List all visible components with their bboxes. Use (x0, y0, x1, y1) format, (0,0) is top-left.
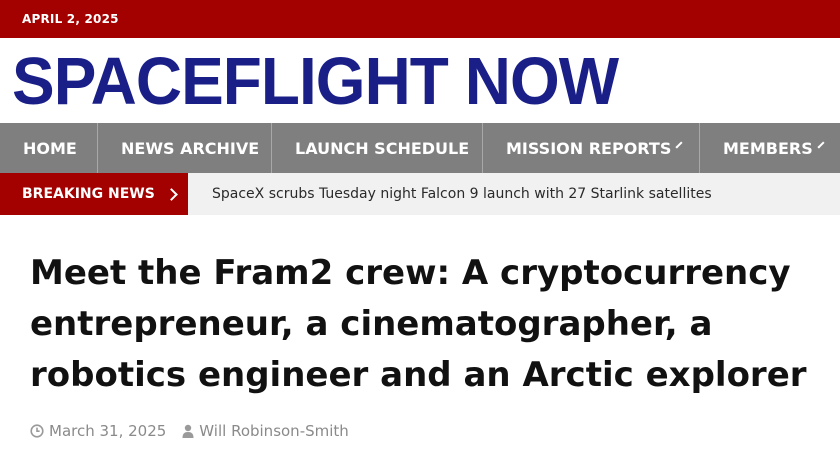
article-meta: March 31, 2025 Will Robinson-Smith (30, 422, 365, 440)
site-logo[interactable]: SPACEFLIGHT NOW (12, 44, 619, 118)
chevron-right-icon (164, 187, 178, 201)
article-author-name: Will Robinson-Smith (199, 422, 349, 440)
breaking-news-text: BREAKING NEWS (22, 186, 155, 202)
article-author[interactable]: Will Robinson-Smith (182, 422, 349, 440)
breaking-news-bar: BREAKING NEWS SpaceX scrubs Tuesday nigh… (0, 173, 840, 215)
nav-item-label: NEWS ARCHIVE (121, 138, 260, 158)
chevron-down-icon (675, 141, 683, 149)
chevron-down-icon (817, 141, 825, 149)
breaking-news-headline-link[interactable]: SpaceX scrubs Tuesday night Falcon 9 lau… (188, 173, 712, 215)
nav-item-home[interactable]: HOME (0, 123, 98, 173)
clock-icon (30, 424, 44, 438)
nav-item-label: MISSION REPORTS (506, 138, 672, 158)
nav-item-label: HOME (23, 138, 77, 158)
current-date: APRIL 2, 2025 (22, 12, 119, 26)
nav-item-label: LAUNCH SCHEDULE (295, 138, 470, 158)
breaking-news-label: BREAKING NEWS (0, 173, 188, 215)
article-title: Meet the Fram2 crew: A cryptocurrency en… (30, 253, 807, 395)
site-header: SPACEFLIGHT NOW (0, 38, 840, 123)
breaking-news-headline: SpaceX scrubs Tuesday night Falcon 9 lau… (212, 186, 712, 202)
nav-item-label: MEMBERS (723, 138, 813, 158)
main-nav: HOME NEWS ARCHIVE LAUNCH SCHEDULE MISSIO… (0, 123, 840, 173)
article-date[interactable]: March 31, 2025 (30, 422, 166, 440)
article-date-text: March 31, 2025 (49, 422, 167, 440)
nav-item-members[interactable]: MEMBERS (700, 123, 840, 173)
nav-item-mission-reports[interactable]: MISSION REPORTS (483, 123, 700, 173)
nav-item-launch-schedule[interactable]: LAUNCH SCHEDULE (272, 123, 483, 173)
user-icon (182, 424, 194, 438)
top-bar: APRIL 2, 2025 (0, 0, 840, 38)
nav-item-news-archive[interactable]: NEWS ARCHIVE (98, 123, 272, 173)
